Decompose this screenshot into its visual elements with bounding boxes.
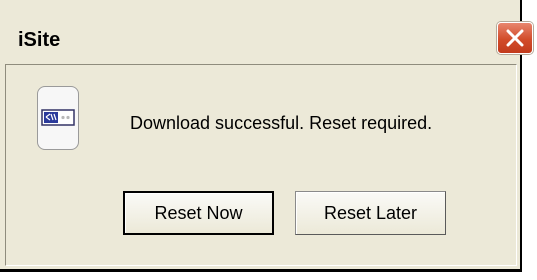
reset-now-button[interactable]: Reset Now bbox=[123, 191, 274, 235]
device-icon bbox=[37, 86, 79, 150]
close-icon bbox=[506, 29, 524, 47]
close-button[interactable] bbox=[497, 22, 533, 54]
dialog-body bbox=[5, 64, 517, 266]
title-bar[interactable]: iSite bbox=[0, 18, 520, 64]
dialog-window: iSite Download successful. Reset require… bbox=[0, 0, 533, 272]
status-message: Download successful. Reset required. bbox=[130, 113, 433, 133]
reset-later-button[interactable]: Reset Later bbox=[295, 191, 446, 235]
window-title: iSite bbox=[18, 29, 61, 51]
